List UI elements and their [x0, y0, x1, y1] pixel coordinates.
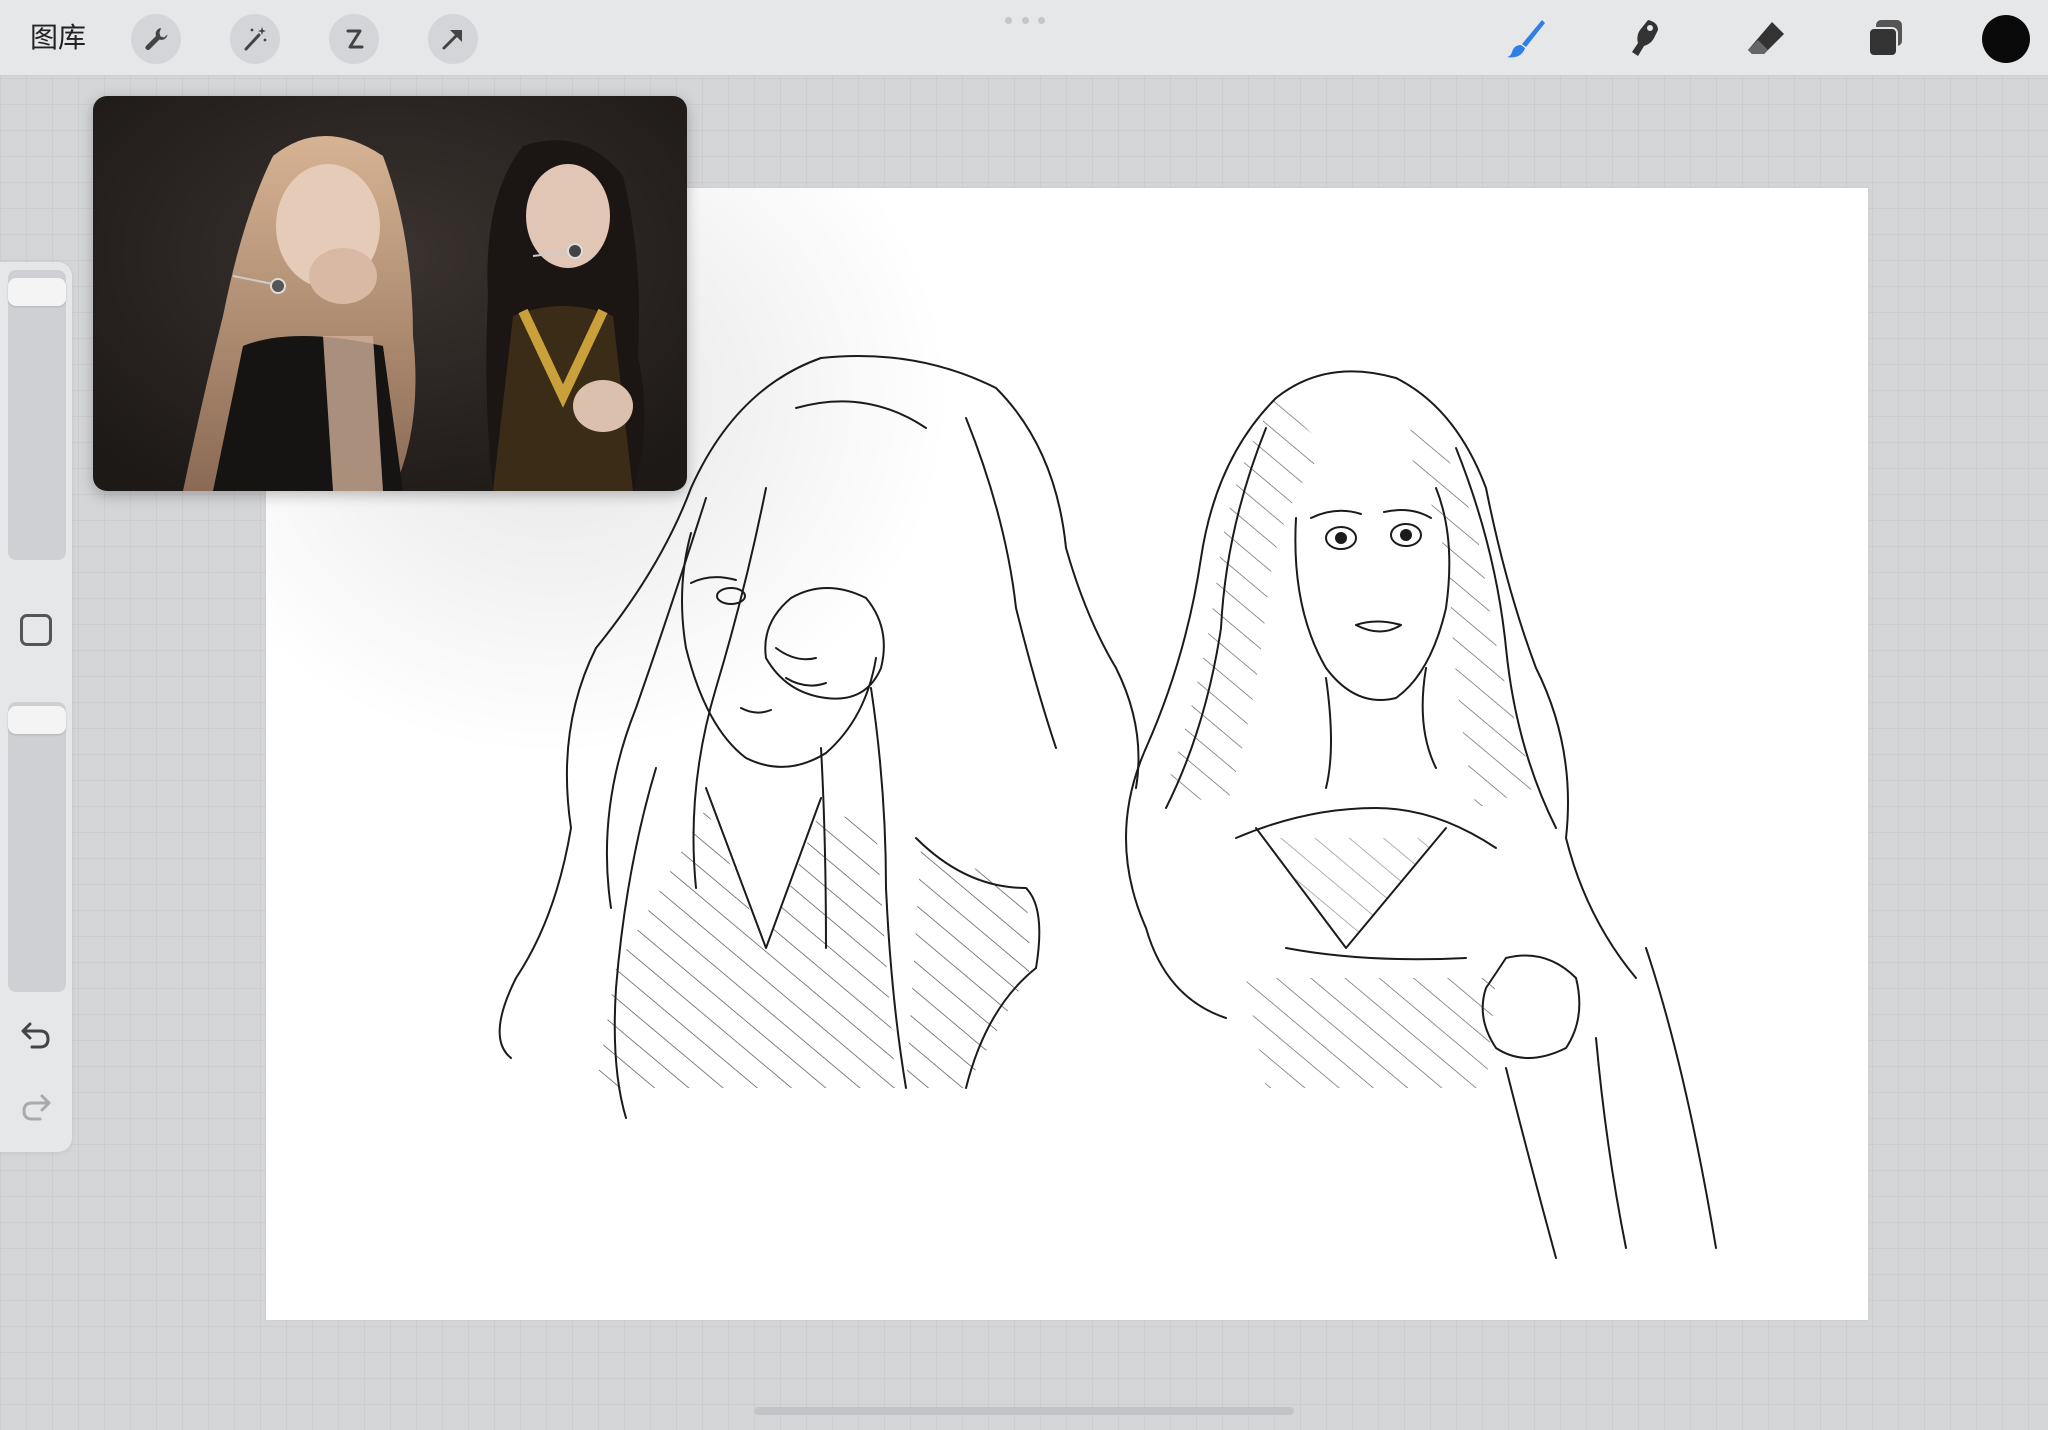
- selection-button[interactable]: [329, 14, 379, 64]
- opacity-slider[interactable]: [8, 702, 66, 992]
- actions-button[interactable]: [131, 14, 181, 64]
- opacity-handle[interactable]: [8, 706, 66, 734]
- left-sidebar: [0, 262, 72, 1152]
- modify-button[interactable]: [20, 614, 52, 646]
- brush-tool-button[interactable]: [1500, 12, 1552, 64]
- color-picker-button[interactable]: [1982, 15, 2030, 63]
- brush-icon: [1507, 20, 1545, 58]
- reference-window[interactable]: [93, 96, 687, 491]
- undo-icon[interactable]: [18, 1016, 54, 1052]
- smudge-icon: [1632, 20, 1658, 56]
- brush-size-handle[interactable]: [8, 278, 66, 306]
- transform-arrow-icon: [442, 30, 462, 50]
- selection-icon: [346, 29, 364, 49]
- magic-wand-icon: [244, 27, 267, 51]
- home-indicator: [754, 1407, 1294, 1415]
- reference-photo: [93, 96, 687, 491]
- layers-icon: [1868, 20, 1902, 57]
- wrench-icon: [145, 28, 168, 50]
- gallery-button[interactable]: 图库: [30, 18, 86, 58]
- redo-icon[interactable]: [18, 1088, 54, 1124]
- smudge-tool-button[interactable]: [1620, 12, 1672, 64]
- eraser-icon: [1748, 22, 1784, 54]
- eraser-tool-button[interactable]: [1740, 12, 1792, 64]
- layers-button[interactable]: [1860, 12, 1912, 64]
- brush-size-slider[interactable]: [8, 270, 66, 560]
- window-grabber[interactable]: [1005, 17, 1045, 25]
- adjustments-button[interactable]: [230, 14, 280, 64]
- top-toolbar: 图库: [0, 0, 2048, 76]
- transform-button[interactable]: [428, 14, 478, 64]
